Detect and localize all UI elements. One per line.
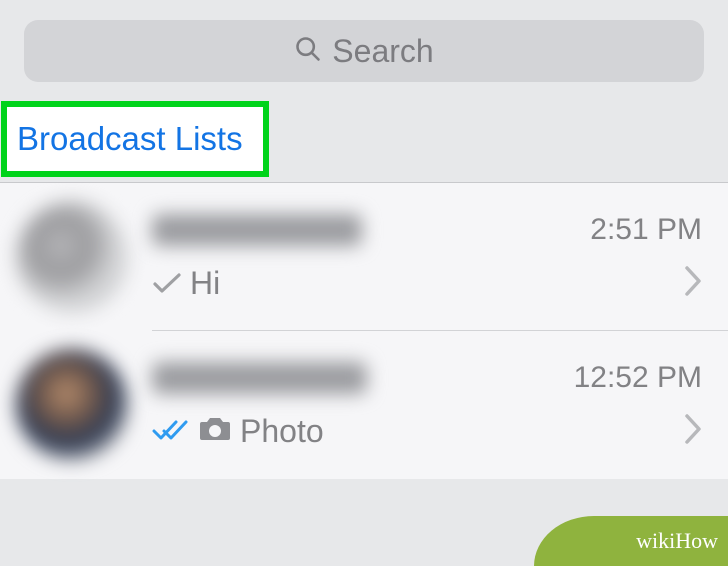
camera-icon — [198, 413, 232, 450]
contact-name-blurred — [152, 214, 362, 246]
avatar — [16, 201, 128, 313]
message-text: Photo — [240, 413, 324, 450]
chat-row[interactable]: 2:51 PM Hi — [0, 183, 728, 331]
chevron-right-icon — [684, 413, 702, 450]
message-text: Hi — [190, 265, 220, 302]
check-sent-icon — [152, 271, 182, 295]
timestamp: 2:51 PM — [590, 213, 702, 247]
search-icon — [294, 35, 322, 68]
chat-body: 12:52 PM Photo — [152, 361, 710, 450]
chat-list: 2:51 PM Hi 12:52 PM — [0, 182, 728, 479]
chevron-right-icon — [684, 265, 702, 302]
check-read-icon — [152, 413, 190, 450]
wikihow-badge: wikiHow — [534, 516, 728, 566]
broadcast-lists-link[interactable]: Broadcast Lists — [17, 120, 243, 158]
search-bar[interactable]: Search — [24, 20, 704, 82]
message-preview: Hi — [152, 265, 220, 302]
contact-name-blurred — [152, 362, 367, 394]
search-placeholder: Search — [332, 33, 433, 70]
message-preview: Photo — [152, 413, 324, 450]
actions-row: Broadcast Lists New Group — [0, 102, 728, 182]
chat-row[interactable]: 12:52 PM Photo — [0, 331, 728, 479]
wikihow-text: wikiHow — [636, 516, 728, 566]
timestamp: 12:52 PM — [574, 361, 702, 395]
highlight-broadcast: Broadcast Lists — [1, 101, 269, 177]
avatar — [16, 349, 128, 461]
chat-body: 2:51 PM Hi — [152, 213, 710, 302]
